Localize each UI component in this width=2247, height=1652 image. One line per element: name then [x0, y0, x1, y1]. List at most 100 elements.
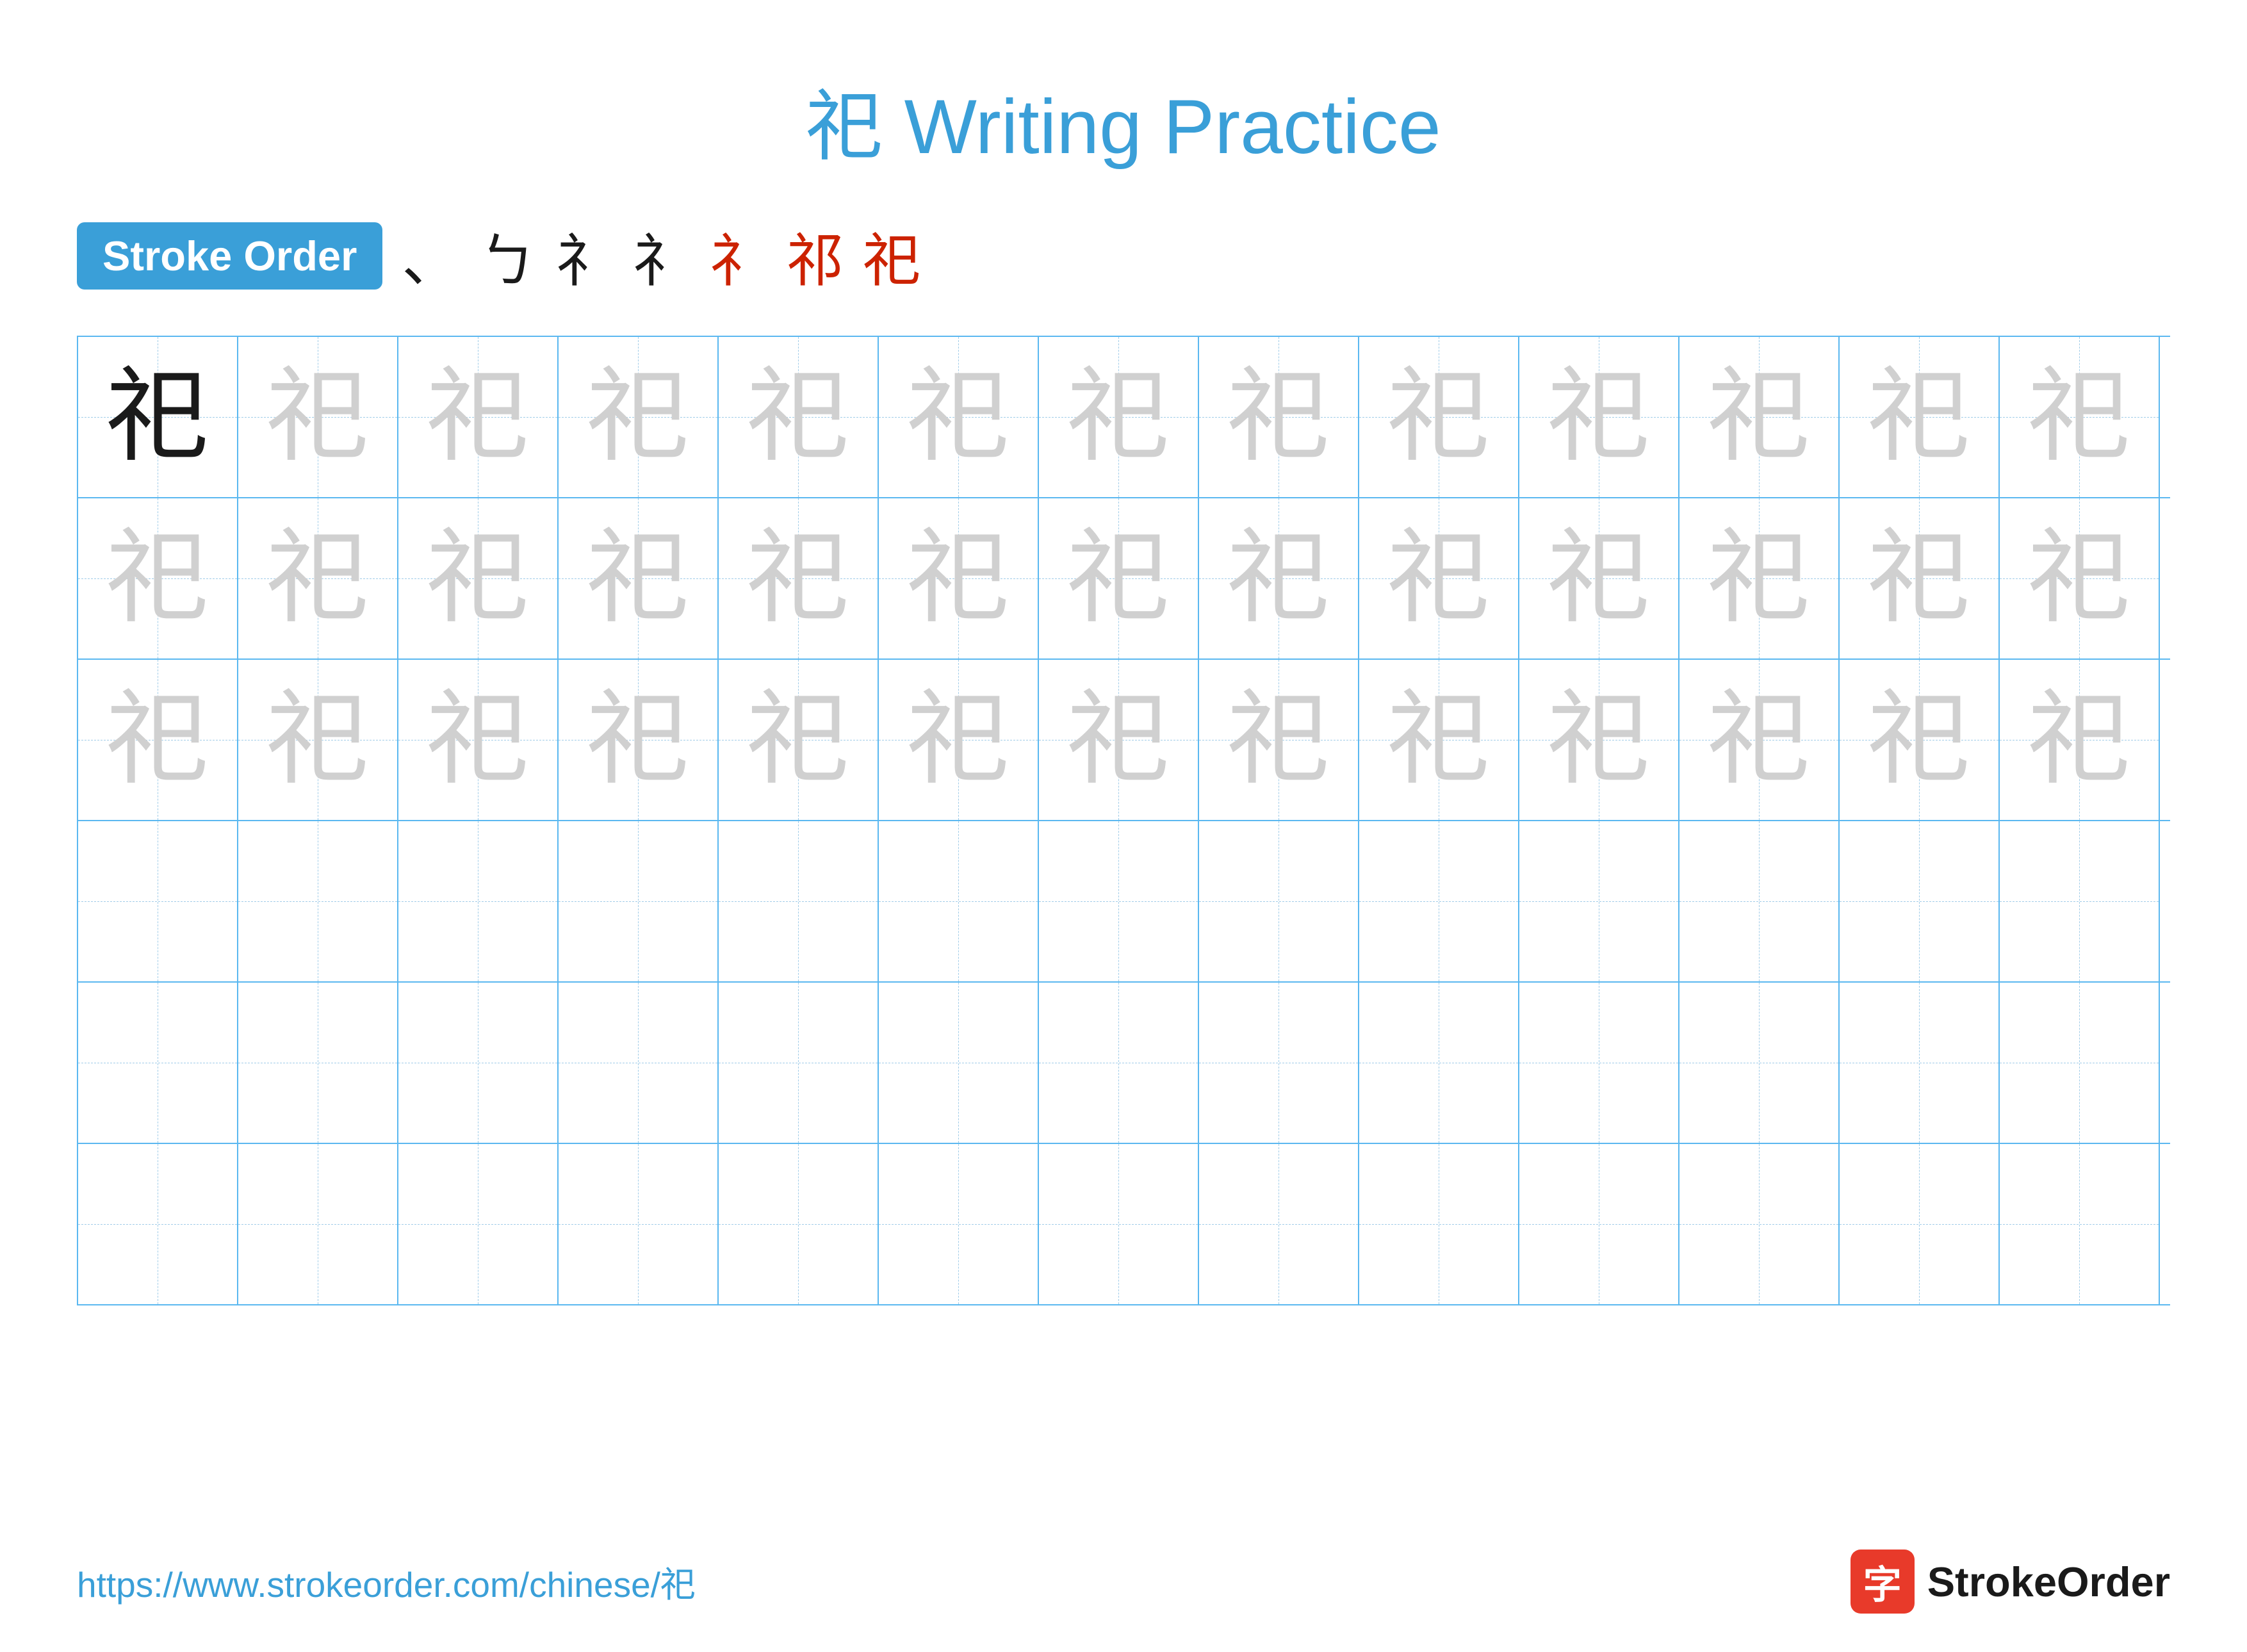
grid-row-4 — [78, 821, 2170, 983]
grid-cell[interactable] — [238, 983, 398, 1143]
grid-cell[interactable]: 祀 — [1840, 660, 2000, 820]
grid-cell[interactable]: 祀 — [1840, 337, 2000, 497]
grid-cell[interactable]: 祀 — [238, 660, 398, 820]
grid-cell[interactable] — [719, 821, 879, 981]
grid-cell[interactable] — [1359, 1144, 1519, 1304]
stroke-order-badge: Stroke Order — [77, 222, 382, 290]
grid-cell[interactable] — [1519, 983, 1679, 1143]
grid-cell[interactable] — [1679, 821, 1840, 981]
grid-cell[interactable]: 祀 — [879, 660, 1039, 820]
grid-cell[interactable]: 祀 — [238, 337, 398, 497]
grid-cell[interactable] — [398, 821, 559, 981]
grid-cell[interactable] — [78, 983, 238, 1143]
grid-cell[interactable] — [879, 821, 1039, 981]
grid-cell[interactable] — [1840, 821, 2000, 981]
strokeorder-logo-icon: 字 — [1851, 1550, 1915, 1614]
grid-cell[interactable] — [559, 983, 719, 1143]
grid-cell[interactable] — [1359, 983, 1519, 1143]
grid-cell[interactable]: 祀 — [1840, 498, 2000, 658]
grid-cell[interactable]: 祀 — [559, 337, 719, 497]
grid-cell[interactable] — [2000, 821, 2160, 981]
grid-cell[interactable]: 祀 — [2000, 337, 2160, 497]
char-light: 祀 — [907, 689, 1009, 791]
grid-cell[interactable]: 祀 — [1359, 337, 1519, 497]
stroke-7: 祀 — [863, 214, 920, 297]
char-light: 祀 — [1868, 366, 1970, 468]
grid-cell[interactable] — [559, 821, 719, 981]
grid-cell[interactable] — [78, 1144, 238, 1304]
grid-cell[interactable] — [1840, 1144, 2000, 1304]
grid-cell[interactable]: 祀 — [1039, 660, 1199, 820]
grid-cell[interactable]: 祀 — [1199, 498, 1359, 658]
grid-cell[interactable]: 祀 — [719, 660, 879, 820]
grid-cell[interactable]: 祀 — [78, 660, 238, 820]
grid-cell[interactable] — [2000, 1144, 2160, 1304]
char-light: 祀 — [587, 366, 689, 468]
char-light: 祀 — [1227, 527, 1330, 630]
grid-cell[interactable]: 祀 — [719, 337, 879, 497]
char-light: 祀 — [1708, 366, 1810, 468]
grid-cell[interactable]: 祀 — [1039, 498, 1199, 658]
grid-cell[interactable] — [1679, 983, 1840, 1143]
footer: https://www.strokeorder.com/chinese/祀 字 … — [77, 1550, 2170, 1614]
stroke-5: 礻 — [709, 214, 767, 297]
grid-cell[interactable] — [1039, 1144, 1199, 1304]
char-solid: 祀 — [106, 366, 209, 468]
grid-cell[interactable]: 祀 — [1679, 660, 1840, 820]
grid-cell[interactable] — [1840, 983, 2000, 1143]
grid-cell[interactable] — [1039, 983, 1199, 1143]
grid-cell[interactable]: 祀 — [559, 660, 719, 820]
grid-cell[interactable]: 祀 — [2000, 498, 2160, 658]
grid-cell[interactable] — [238, 1144, 398, 1304]
grid-cell[interactable] — [719, 983, 879, 1143]
grid-cell[interactable] — [719, 1144, 879, 1304]
grid-cell[interactable]: 祀 — [1039, 337, 1199, 497]
grid-cell[interactable] — [1679, 1144, 1840, 1304]
grid-cell[interactable]: 祀 — [78, 498, 238, 658]
char-light: 祀 — [587, 527, 689, 630]
grid-cell[interactable]: 祀 — [1199, 337, 1359, 497]
grid-cell[interactable]: 祀 — [1679, 498, 1840, 658]
grid-cell[interactable] — [1199, 1144, 1359, 1304]
page-title: 祀 Writing Practice — [0, 64, 2247, 176]
grid-cell[interactable] — [879, 983, 1039, 1143]
char-light: 祀 — [2028, 689, 2130, 791]
grid-cell[interactable]: 祀 — [1359, 660, 1519, 820]
grid-cell[interactable]: 祀 — [78, 337, 238, 497]
grid-cell[interactable] — [1359, 821, 1519, 981]
grid-cell[interactable]: 祀 — [398, 660, 559, 820]
grid-cell[interactable] — [1519, 821, 1679, 981]
grid-cell[interactable]: 祀 — [1519, 660, 1679, 820]
grid-cell[interactable]: 祀 — [1519, 498, 1679, 658]
grid-cell[interactable] — [398, 983, 559, 1143]
grid-cell[interactable]: 祀 — [2000, 660, 2160, 820]
grid-cell[interactable]: 祀 — [879, 337, 1039, 497]
char-light: 祀 — [747, 689, 849, 791]
grid-cell[interactable] — [1199, 821, 1359, 981]
char-light: 祀 — [1868, 689, 1970, 791]
char-light: 祀 — [1548, 689, 1650, 791]
grid-cell[interactable]: 祀 — [1199, 660, 1359, 820]
stroke-6: 祁 — [786, 214, 844, 297]
grid-cell[interactable]: 祀 — [1519, 337, 1679, 497]
grid-row-6 — [78, 1144, 2170, 1305]
grid-cell[interactable]: 祀 — [1679, 337, 1840, 497]
stroke-sequence: 、 ㄅ 礻 礻 礻 祁 祀 — [402, 214, 920, 297]
grid-cell[interactable] — [879, 1144, 1039, 1304]
grid-cell[interactable] — [1199, 983, 1359, 1143]
grid-cell[interactable]: 祀 — [559, 498, 719, 658]
grid-cell[interactable]: 祀 — [719, 498, 879, 658]
grid-cell[interactable] — [559, 1144, 719, 1304]
grid-cell[interactable] — [238, 821, 398, 981]
grid-cell[interactable] — [78, 821, 238, 981]
grid-cell[interactable] — [398, 1144, 559, 1304]
grid-cell[interactable]: 祀 — [398, 337, 559, 497]
grid-cell[interactable]: 祀 — [1359, 498, 1519, 658]
grid-cell[interactable]: 祀 — [879, 498, 1039, 658]
grid-cell[interactable]: 祀 — [398, 498, 559, 658]
grid-cell[interactable] — [2000, 983, 2160, 1143]
grid-cell[interactable] — [1519, 1144, 1679, 1304]
grid-cell[interactable] — [1039, 821, 1199, 981]
grid-cell[interactable]: 祀 — [238, 498, 398, 658]
char-light: 祀 — [266, 366, 369, 468]
